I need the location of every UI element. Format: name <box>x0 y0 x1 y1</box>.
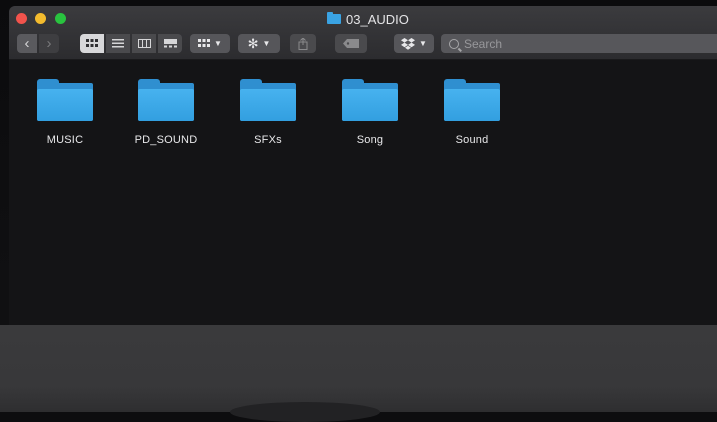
share-icon <box>298 37 308 50</box>
folder-item-pd-sound[interactable]: PD_SOUND <box>121 79 211 146</box>
folder-icon <box>444 79 500 121</box>
chevron-down-icon: ▼ <box>262 38 271 48</box>
icon-grid-icon <box>86 39 98 47</box>
chevron-down-icon: ▼ <box>214 38 222 48</box>
gallery-view-button[interactable] <box>158 34 182 53</box>
minimize-window-button[interactable] <box>35 13 46 24</box>
search-icon <box>449 38 459 49</box>
folder-icon <box>138 79 194 121</box>
folder-icon <box>37 79 93 121</box>
columns-icon <box>137 39 151 48</box>
chevron-right-icon: › <box>46 35 52 52</box>
column-view-button[interactable] <box>132 34 156 53</box>
folder-label: SFXs <box>254 134 282 146</box>
forward-button[interactable]: › <box>39 34 59 53</box>
dropbox-button[interactable]: ▼ <box>394 34 434 53</box>
list-icon <box>112 39 124 48</box>
chevron-left-icon: ‹ <box>24 35 30 52</box>
arrange-grid-icon <box>198 39 211 47</box>
icon-view-button[interactable] <box>80 34 104 53</box>
edit-tags-button[interactable] <box>335 34 367 53</box>
list-view-button[interactable] <box>106 34 130 53</box>
close-window-button[interactable] <box>16 13 27 24</box>
folder-item-music[interactable]: MUSIC <box>20 79 110 146</box>
dropbox-icon <box>401 37 416 50</box>
desk-shadow <box>230 402 380 422</box>
view-mode-group <box>80 34 182 53</box>
folder-label: PD_SOUND <box>134 134 198 146</box>
folder-item-sound[interactable]: Sound <box>427 79 517 146</box>
file-browser-content: MUSIC PD_SOUND SFXs Song Sound <box>9 61 717 325</box>
arrange-button[interactable]: ▼ <box>190 34 230 53</box>
search-field[interactable] <box>441 34 717 53</box>
nav-buttons: ‹ › <box>17 34 59 53</box>
folder-icon <box>327 12 341 24</box>
window-title-text: 03_AUDIO <box>346 11 409 27</box>
folder-label: Sound <box>455 134 489 146</box>
action-menu-button[interactable]: ✻ ▼ <box>238 34 280 53</box>
desk-surface <box>0 325 717 412</box>
search-input[interactable] <box>464 36 694 51</box>
share-button[interactable] <box>290 34 316 53</box>
folder-item-sfxs[interactable]: SFXs <box>223 79 313 146</box>
chevron-down-icon: ▼ <box>419 38 427 48</box>
window-title: 03_AUDIO <box>327 11 409 27</box>
folder-item-song[interactable]: Song <box>325 79 415 146</box>
gear-icon: ✻ <box>247 36 259 51</box>
finder-window: 03_AUDIO ‹ › ▼ ✻ ▼ ▼ Search MUSIC PD_SOU… <box>9 6 717 325</box>
tag-icon <box>343 39 359 48</box>
title-bar: 03_AUDIO ‹ › ▼ ✻ ▼ ▼ Search <box>9 6 717 60</box>
folder-label: Song <box>356 134 384 146</box>
gallery-icon <box>163 39 177 48</box>
maximize-window-button[interactable] <box>55 13 66 24</box>
folder-icon <box>342 79 398 121</box>
back-button[interactable]: ‹ <box>17 34 37 53</box>
folder-icon <box>240 79 296 121</box>
folder-label: MUSIC <box>46 134 84 146</box>
